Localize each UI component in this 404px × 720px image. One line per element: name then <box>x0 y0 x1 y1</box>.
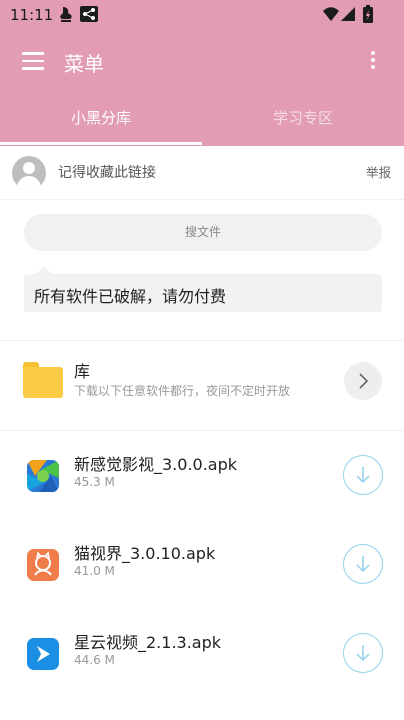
wifi-icon <box>323 7 339 21</box>
avatar[interactable] <box>12 156 46 190</box>
tab-bar: 小黑分库 学习专区 <box>0 92 404 146</box>
notification-icon <box>60 7 72 22</box>
status-bar: 11:11 <box>0 0 404 30</box>
folder-name: 库 <box>74 362 91 381</box>
cat-vision-app-icon <box>27 549 59 581</box>
open-folder-button[interactable] <box>344 362 382 400</box>
file-row[interactable]: 猫视界_3.0.10.apk 41.0 M <box>0 522 404 610</box>
nebula-video-app-icon <box>27 638 59 670</box>
file-size: 41.0 M <box>74 564 115 578</box>
active-tab-indicator <box>0 142 202 145</box>
menu-icon[interactable] <box>22 52 44 70</box>
divider <box>0 430 404 431</box>
signal-icon <box>341 7 355 21</box>
download-button[interactable] <box>343 633 383 673</box>
download-icon <box>356 467 370 484</box>
share-icon <box>80 6 98 22</box>
announcement-text: 所有软件已破解，请勿付费 <box>34 287 227 306</box>
notice-row: 记得收藏此链接 举报 <box>0 146 404 200</box>
search-files-button[interactable]: 搜文件 <box>24 214 382 251</box>
bookmark-notice: 记得收藏此链接 <box>58 165 156 181</box>
file-row[interactable]: 星云视频_2.1.3.apk 44.6 M <box>0 611 404 699</box>
file-size: 45.3 M <box>74 475 115 489</box>
folder-row[interactable]: 库 下载以下任意软件都行，夜间不定时开放 <box>0 340 404 428</box>
folder-icon <box>23 362 63 398</box>
file-row[interactable]: 新感觉影视_3.0.0.apk 45.3 M <box>0 433 404 521</box>
folder-description: 下载以下任意软件都行，夜间不定时开放 <box>74 384 291 398</box>
main-content: 记得收藏此链接 举报 搜文件 所有软件已破解，请勿付费 库 下载以下任意软件都行… <box>0 146 404 720</box>
status-time: 11:11 <box>10 6 54 24</box>
app-toolbar: 菜单 <box>0 30 404 92</box>
new-feeling-video-app-icon <box>27 460 59 492</box>
toolbar-title: 菜单 <box>64 52 104 76</box>
file-name: 新感觉影视_3.0.0.apk <box>74 455 238 474</box>
chevron-right-icon <box>359 373 369 389</box>
download-button[interactable] <box>343 544 383 584</box>
app-screen: 11:11 菜单 小黑分库 学习专区 记得收藏此链接 举报 搜文件 所有软件已破… <box>0 0 404 720</box>
download-button[interactable] <box>343 455 383 495</box>
battery-icon <box>363 5 373 23</box>
announcement-bubble: 所有软件已破解，请勿付费 <box>24 266 382 312</box>
download-icon <box>356 556 370 573</box>
tab-xiaohei-library[interactable]: 小黑分库 <box>0 92 202 146</box>
file-name: 猫视界_3.0.10.apk <box>74 544 216 563</box>
file-size: 44.6 M <box>74 653 115 667</box>
more-options-icon[interactable] <box>364 48 382 74</box>
tab-study-zone[interactable]: 学习专区 <box>202 92 404 146</box>
download-icon <box>356 645 370 662</box>
report-link[interactable]: 举报 <box>366 162 391 181</box>
file-name: 星云视频_2.1.3.apk <box>74 633 222 652</box>
